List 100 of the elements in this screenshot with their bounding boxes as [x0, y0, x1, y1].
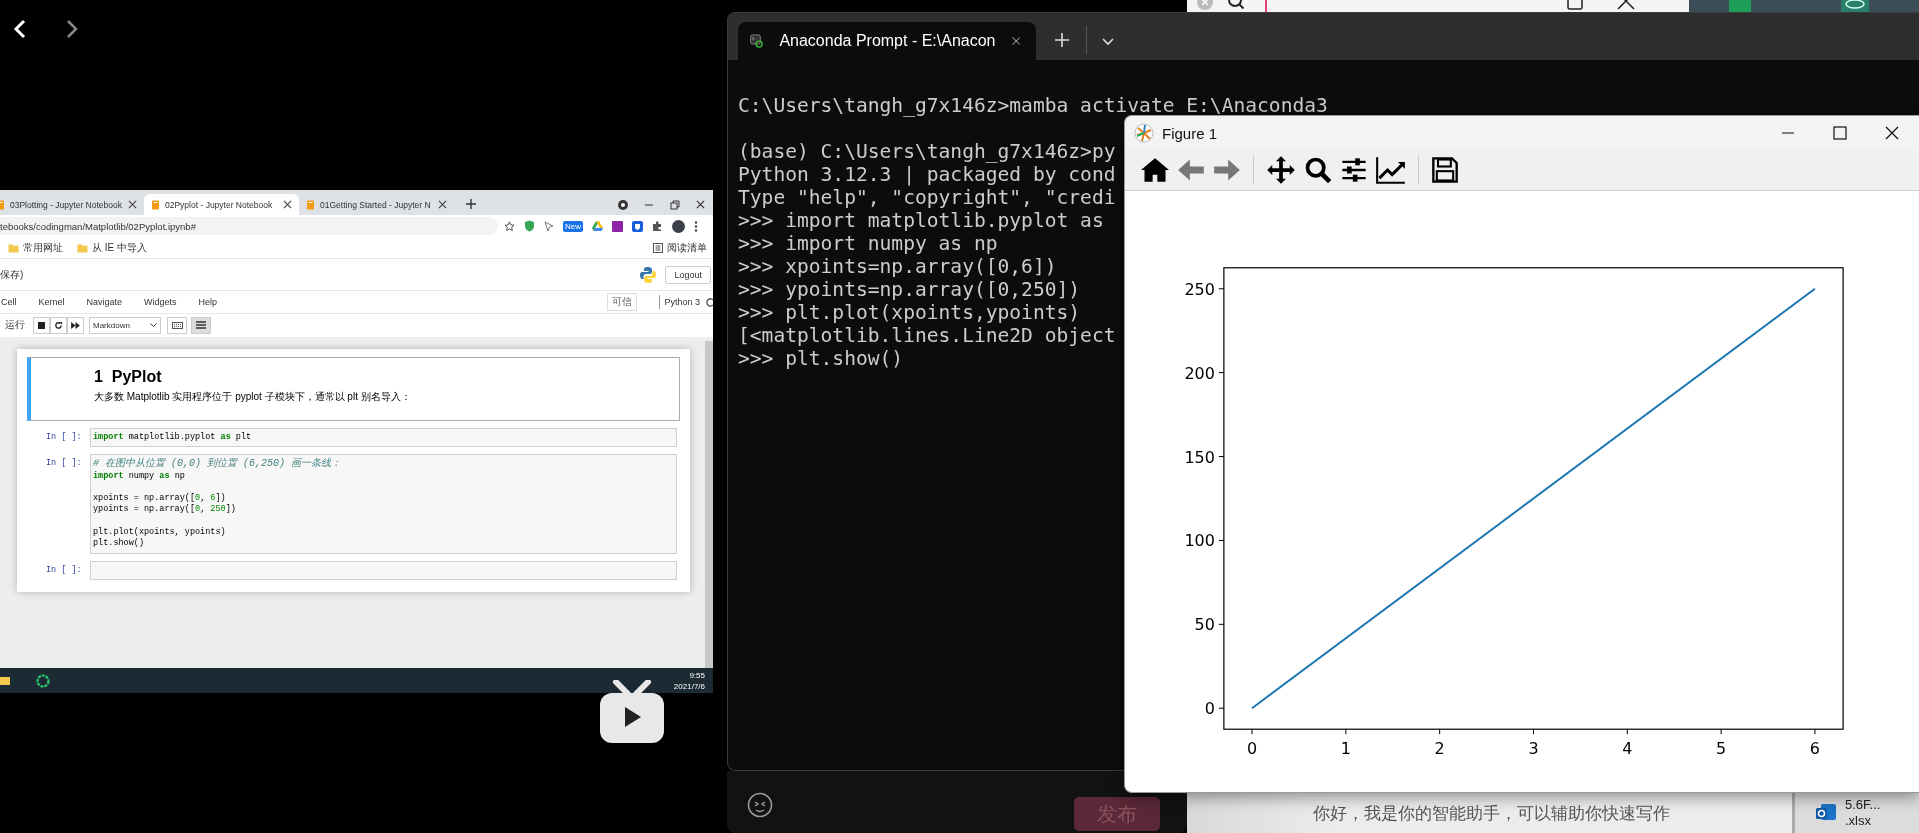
shield-icon[interactable] [632, 220, 643, 232]
avatar-icon[interactable] [672, 219, 685, 233]
restart-button[interactable] [50, 316, 67, 334]
keyboard-icon [171, 321, 183, 329]
new-badge[interactable]: New [563, 220, 583, 232]
list-icon [653, 242, 663, 253]
code-input[interactable] [90, 560, 677, 580]
move-icon [1266, 155, 1296, 185]
configure-button[interactable] [1340, 156, 1368, 184]
browser-tab[interactable]: 01Getting Started - Jupyter N [299, 194, 454, 215]
code-line: import numpy as np [93, 470, 186, 482]
x-tick-label: 2 [1434, 739, 1445, 759]
y-tick-label: 150 [1184, 447, 1215, 467]
search-icon [1304, 156, 1332, 184]
code-input[interactable]: # 在图中从位置 (0,0) 到位置 (6,250) 画一条线： import numpy as np xpoints = np.array([0, 6]) ypoints = np.array([0, 250]) plt.plot(xpoints, ypoints) plt.show() [90, 454, 677, 554]
profile-icon[interactable] [618, 199, 628, 210]
browser-tab[interactable]: 03Plotting - Jupyter Notebook [0, 194, 144, 215]
bookmark[interactable]: 常用网址 [8, 240, 63, 255]
heading: 1 PyPlot [94, 368, 163, 386]
menu-item[interactable]: Help [198, 297, 218, 307]
save-status: 保存) [0, 267, 24, 282]
code-line: xpoints = np.array([0, 6]) [93, 493, 227, 504]
cell-prompt: In [ ]: [45, 563, 83, 575]
run-button[interactable]: 运行 [5, 318, 25, 332]
extension-icon[interactable] [612, 220, 623, 232]
list-button[interactable] [191, 316, 211, 334]
sliders-icon [1340, 156, 1368, 184]
close-icon[interactable] [1011, 34, 1020, 48]
puzzle-icon[interactable] [652, 220, 663, 232]
stop-button[interactable] [33, 316, 50, 334]
cell-prompt: In [ ]: [45, 431, 83, 442]
folder-icon [77, 242, 88, 253]
code-line: ypoints = np.array([0, 250]) [93, 504, 237, 516]
edit-axis-button[interactable] [1376, 156, 1406, 184]
fast-forward-button[interactable] [67, 316, 84, 334]
trusted-indicator: 可信 [607, 293, 638, 311]
shield-icon[interactable] [524, 220, 535, 232]
notebook-icon [306, 199, 315, 210]
reading-list-button[interactable]: 阅读清单 [653, 240, 707, 255]
code-line: # 在图中从位置 (0,0) 到位置 (6,250) 画一条线： [93, 458, 343, 471]
kernel-name: Python 3 [664, 297, 700, 307]
x-axis-tick: 2 [1434, 728, 1445, 759]
chevron-down-icon[interactable] [1101, 37, 1115, 47]
keyboard-button[interactable] [167, 316, 187, 334]
new-tab-icon[interactable] [466, 199, 476, 209]
restore-icon[interactable] [670, 199, 680, 210]
x-tick-label: 3 [1528, 739, 1539, 759]
cell-type-dropdown[interactable]: Markdown [89, 316, 161, 334]
file-name[interactable]: .xlsx [1845, 813, 1881, 829]
home-button[interactable] [1141, 157, 1169, 183]
restart-icon [54, 320, 63, 330]
text-cell[interactable]: 1 PyPlot 大多数 Matplotlib 实用程序位于 pyplot 子模块下，通常以 plt 别名导入： [27, 357, 680, 421]
tv-play-icon[interactable] [598, 680, 666, 745]
terminal-line: >>> import matplotlib.pyplot as [738, 209, 1104, 232]
bookmark[interactable]: 从 IE 中导入 [77, 240, 147, 255]
terminal-line: C:\Users\tangh_g7x146z>mamba activate E:\Anaconda3 [738, 94, 1328, 117]
terminal-line: >>> import numpy as np [738, 232, 998, 255]
loading-ring-icon[interactable] [36, 673, 50, 688]
folder-icon[interactable] [0, 674, 10, 687]
x-tick-label: 1 [1340, 739, 1351, 759]
paragraph: 大多数 Matplotlib 实用程序位于 pyplot 子模块下，通常以 plt 别名导入： [94, 390, 412, 404]
x-axis-tick: 6 [1809, 728, 1821, 759]
close-icon [438, 200, 447, 209]
menu-item[interactable]: Navigate [86, 297, 123, 307]
folder-icon [8, 242, 19, 253]
cursor-icon[interactable] [544, 220, 554, 232]
maximize-icon[interactable] [1833, 126, 1847, 140]
zoom-button[interactable] [1304, 156, 1332, 184]
x-tick-label: 6 [1809, 739, 1821, 759]
x-axis-tick: 0 [1246, 728, 1258, 759]
y-axis-tick: 100 [1184, 531, 1225, 551]
menu-item[interactable]: Widgets [144, 297, 177, 307]
x-axis-tick: 5 [1716, 728, 1727, 759]
emoji-icon[interactable] [747, 792, 773, 818]
y-tick-label: 200 [1184, 363, 1215, 383]
forward-button[interactable] [1213, 157, 1241, 183]
x-tick-label: 5 [1716, 739, 1727, 759]
star-icon[interactable] [504, 220, 515, 232]
file-name[interactable]: 5.6F... [1845, 797, 1881, 813]
clock-time: 9:55 [689, 669, 705, 681]
close-icon[interactable] [696, 200, 705, 209]
menu-item[interactable]: Kernel [38, 297, 65, 307]
address-field[interactable]: tebooks/codingman/Matplotlib/02Pyplot.ipynb# [0, 217, 498, 235]
drive-icon[interactable] [592, 221, 603, 231]
terminal-tab[interactable]: Anaconda Prompt - E:\Anacon [738, 22, 1036, 60]
x-axis-tick: 3 [1528, 728, 1539, 759]
scrollbar[interactable] [705, 341, 713, 668]
pan-button[interactable] [1266, 155, 1296, 185]
more-icon[interactable] [694, 220, 698, 232]
logout-button[interactable]: Logout [665, 265, 711, 284]
line-chart-icon [1376, 156, 1406, 184]
code-input[interactable]: import matplotlib.pyplot as plt [90, 428, 677, 448]
terminal-line: (base) C:\Users\tangh_g7x146z>py [738, 140, 1116, 163]
terminal-line: Type "help", "copyright", "credi [738, 186, 1116, 209]
close-icon[interactable] [1885, 126, 1899, 140]
menu-item[interactable]: Cell [1, 297, 17, 307]
code-line: import matplotlib.pyplot as plt [93, 432, 253, 444]
save-button[interactable] [1431, 156, 1459, 184]
back-button[interactable] [1177, 157, 1205, 183]
browser-tab[interactable]: 02Pyplot - Jupyter Notebook [144, 194, 299, 215]
